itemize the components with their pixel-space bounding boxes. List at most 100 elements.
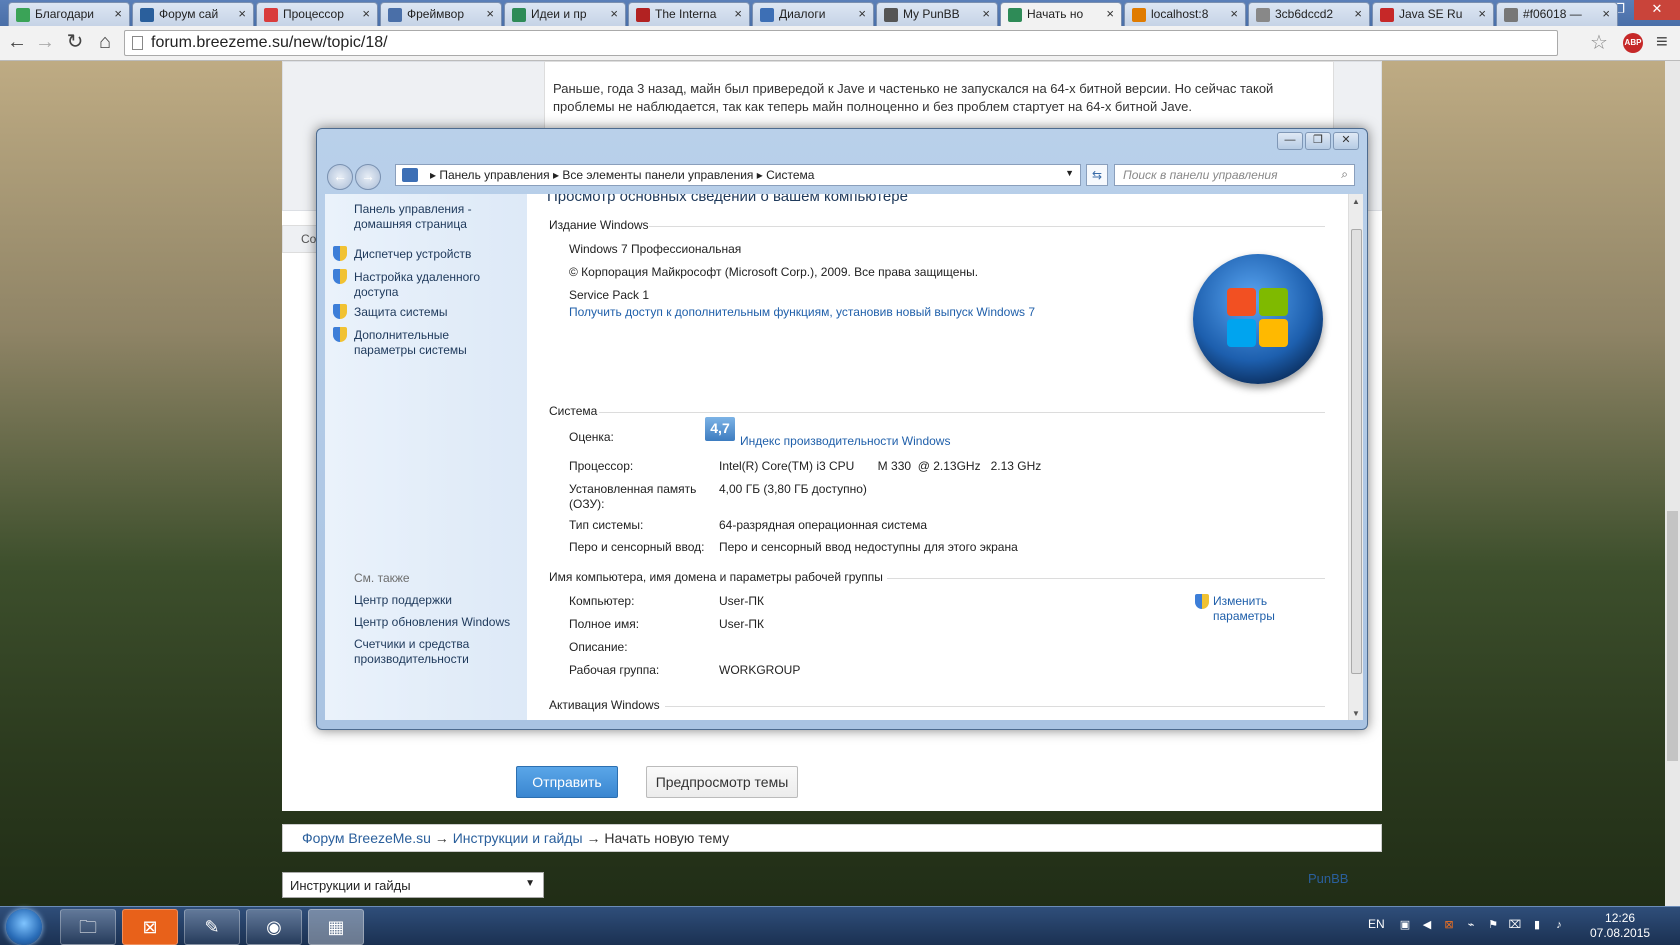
- nav-home-link[interactable]: Панель управления - домашняя страница: [354, 202, 494, 232]
- close-tab-icon[interactable]: ×: [114, 6, 122, 21]
- clock[interactable]: 12:26 07.08.2015: [1590, 911, 1650, 941]
- upgrade-link[interactable]: Получить доступ к дополнительным функция…: [569, 305, 1035, 319]
- edition-copyright: © Корпорация Майкрософт (Microsoft Corp.…: [569, 265, 979, 279]
- close-tab-icon[interactable]: ×: [858, 6, 866, 21]
- scroll-down-icon[interactable]: ▼: [1352, 709, 1360, 718]
- volume-warning-icon[interactable]: ◀: [1420, 918, 1434, 932]
- language-indicator[interactable]: EN: [1368, 917, 1385, 931]
- breadcrumb-section[interactable]: Инструкции и гайды: [453, 830, 583, 846]
- nav-link-performance[interactable]: Счетчики и средства производительности: [354, 637, 504, 667]
- chrome-taskbar-icon[interactable]: ◉: [246, 909, 302, 945]
- browser-tab[interactable]: Благодари ×: [8, 2, 130, 26]
- change-settings-link[interactable]: Изменить параметры: [1213, 594, 1293, 624]
- content-scrollbar[interactable]: ▲ ▼: [1348, 194, 1363, 720]
- favicon-icon: [16, 8, 30, 22]
- shield-icon: [333, 246, 347, 261]
- close-tab-icon[interactable]: ×: [734, 6, 742, 21]
- close-tab-icon[interactable]: ×: [1230, 6, 1238, 21]
- browser-toolbar: ← → ↻ ⌂ forum.breezeme.su/new/topic/18/ …: [0, 26, 1680, 61]
- taskbar: 🗀 ⊠ ✎ ◉ ▦ EN ▣ ◀ ⊠ ⌁ ⚑ ⌧ ▮ ♪ 12:26 07.08…: [0, 906, 1680, 945]
- adblock-icon[interactable]: ABP: [1623, 33, 1643, 53]
- notepad-taskbar-icon[interactable]: ✎: [184, 909, 240, 945]
- xampp-tray-icon[interactable]: ⊠: [1442, 918, 1456, 932]
- flag-icon[interactable]: ⚑: [1486, 918, 1500, 932]
- scroll-thumb[interactable]: [1351, 229, 1362, 674]
- tab-title: Благодари: [35, 7, 94, 21]
- close-tab-icon[interactable]: ×: [610, 6, 618, 21]
- performance-index-link[interactable]: Индекс производительности Windows: [740, 434, 950, 448]
- shield-icon: [333, 327, 347, 342]
- browser-tab[interactable]: Идеи и пр ×: [504, 2, 626, 26]
- nav-link-device-manager[interactable]: Диспетчер устройств: [354, 247, 471, 262]
- minimize-button[interactable]: —: [1277, 132, 1303, 150]
- close-tab-icon[interactable]: ×: [1106, 6, 1114, 21]
- breadcrumb-home[interactable]: Форум BreezeMe.su: [302, 830, 431, 846]
- close-tab-icon[interactable]: ×: [362, 6, 370, 21]
- address-bar[interactable]: forum.breezeme.su/new/topic/18/: [124, 30, 1558, 56]
- explorer-address-bar[interactable]: ▸ Панель управления ▸ Все элементы панел…: [395, 164, 1081, 186]
- nav-link-update[interactable]: Центр обновления Windows: [354, 615, 510, 630]
- preview-button[interactable]: Предпросмотр темы: [646, 766, 798, 798]
- nav-link-protection[interactable]: Защита системы: [354, 305, 447, 320]
- refresh-icon[interactable]: ⇆: [1086, 164, 1108, 186]
- close-button[interactable]: ✕: [1333, 132, 1359, 150]
- browser-tab[interactable]: 3cb6dccd2 ×: [1248, 2, 1370, 26]
- favicon-icon: [1380, 8, 1394, 22]
- section-edition: Издание Windows: [549, 218, 649, 232]
- search-icon[interactable]: ⌕: [1341, 167, 1348, 182]
- search-input[interactable]: Поиск в панели управления ⌕: [1114, 164, 1355, 186]
- back-arrow-icon[interactable]: ←: [4, 31, 30, 55]
- browser-tab[interactable]: Java SE Ru ×: [1372, 2, 1494, 26]
- send-button[interactable]: Отправить: [516, 766, 618, 798]
- performance-score-badge[interactable]: 4,7: [705, 417, 735, 441]
- nav-link-support[interactable]: Центр поддержки: [354, 593, 452, 608]
- scroll-thumb[interactable]: [1667, 511, 1678, 761]
- forward-arrow-icon[interactable]: →: [32, 31, 58, 55]
- punbb-link[interactable]: PunBB: [1308, 871, 1348, 886]
- browser-tab[interactable]: Форум сай ×: [132, 2, 254, 26]
- close-tab-icon[interactable]: ×: [238, 6, 246, 21]
- menu-icon[interactable]: ≡: [1656, 31, 1668, 54]
- browser-tab[interactable]: localhost:8 ×: [1124, 2, 1246, 26]
- nav-link-advanced[interactable]: Дополнительные параметры системы: [354, 328, 514, 358]
- speaker-icon[interactable]: ♪: [1552, 918, 1566, 932]
- control-panel-taskbar-icon[interactable]: ▦: [308, 909, 364, 945]
- close-window-button[interactable]: ✕: [1634, 0, 1680, 20]
- explorer-taskbar-icon[interactable]: 🗀: [60, 909, 116, 945]
- bookmark-star-icon[interactable]: ☆: [1590, 30, 1608, 55]
- browser-tab[interactable]: Процессор ×: [256, 2, 378, 26]
- back-button[interactable]: ←: [327, 164, 353, 190]
- forum-jump-select[interactable]: Инструкции и гайды ▼: [282, 872, 544, 898]
- close-tab-icon[interactable]: ×: [1354, 6, 1362, 21]
- browser-tab[interactable]: My PunBB ×: [876, 2, 998, 26]
- tab-title: Java SE Ru: [1399, 7, 1463, 21]
- close-tab-icon[interactable]: ×: [1602, 6, 1610, 21]
- address-segment[interactable]: Система: [766, 168, 814, 182]
- power-icon[interactable]: ⌧: [1508, 918, 1522, 932]
- browser-tab[interactable]: The Interna ×: [628, 2, 750, 26]
- forward-button[interactable]: →: [355, 164, 381, 190]
- rating-label: Оценка:: [569, 430, 614, 444]
- nav-link-remote[interactable]: Настройка удаленного доступа: [354, 270, 494, 300]
- reload-icon[interactable]: ↻: [62, 31, 88, 55]
- start-button[interactable]: [6, 909, 42, 945]
- browser-tab[interactable]: Фреймвор ×: [380, 2, 502, 26]
- address-segment[interactable]: Панель управления: [439, 168, 549, 182]
- browser-tab[interactable]: #f06018 — ×: [1496, 2, 1618, 26]
- browser-tab[interactable]: Диалоги ×: [752, 2, 874, 26]
- browser-tab[interactable]: Начать но ×: [1000, 2, 1122, 26]
- maximize-button[interactable]: ❐: [1305, 132, 1331, 150]
- network-icon[interactable]: ▮: [1530, 918, 1544, 932]
- page-scrollbar[interactable]: [1665, 61, 1680, 906]
- tray-icon[interactable]: ▣: [1398, 918, 1412, 932]
- xampp-taskbar-icon[interactable]: ⊠: [122, 909, 178, 945]
- home-icon[interactable]: ⌂: [92, 31, 118, 55]
- close-tab-icon[interactable]: ×: [982, 6, 990, 21]
- close-tab-icon[interactable]: ×: [486, 6, 494, 21]
- windows-logo: [1193, 254, 1323, 384]
- address-segment[interactable]: Все элементы панели управления: [562, 168, 753, 182]
- scroll-up-icon[interactable]: ▲: [1352, 197, 1360, 206]
- device-tray-icon[interactable]: ⌁: [1464, 918, 1478, 932]
- close-tab-icon[interactable]: ×: [1478, 6, 1486, 21]
- dropdown-arrow-icon[interactable]: ▼: [1065, 168, 1074, 178]
